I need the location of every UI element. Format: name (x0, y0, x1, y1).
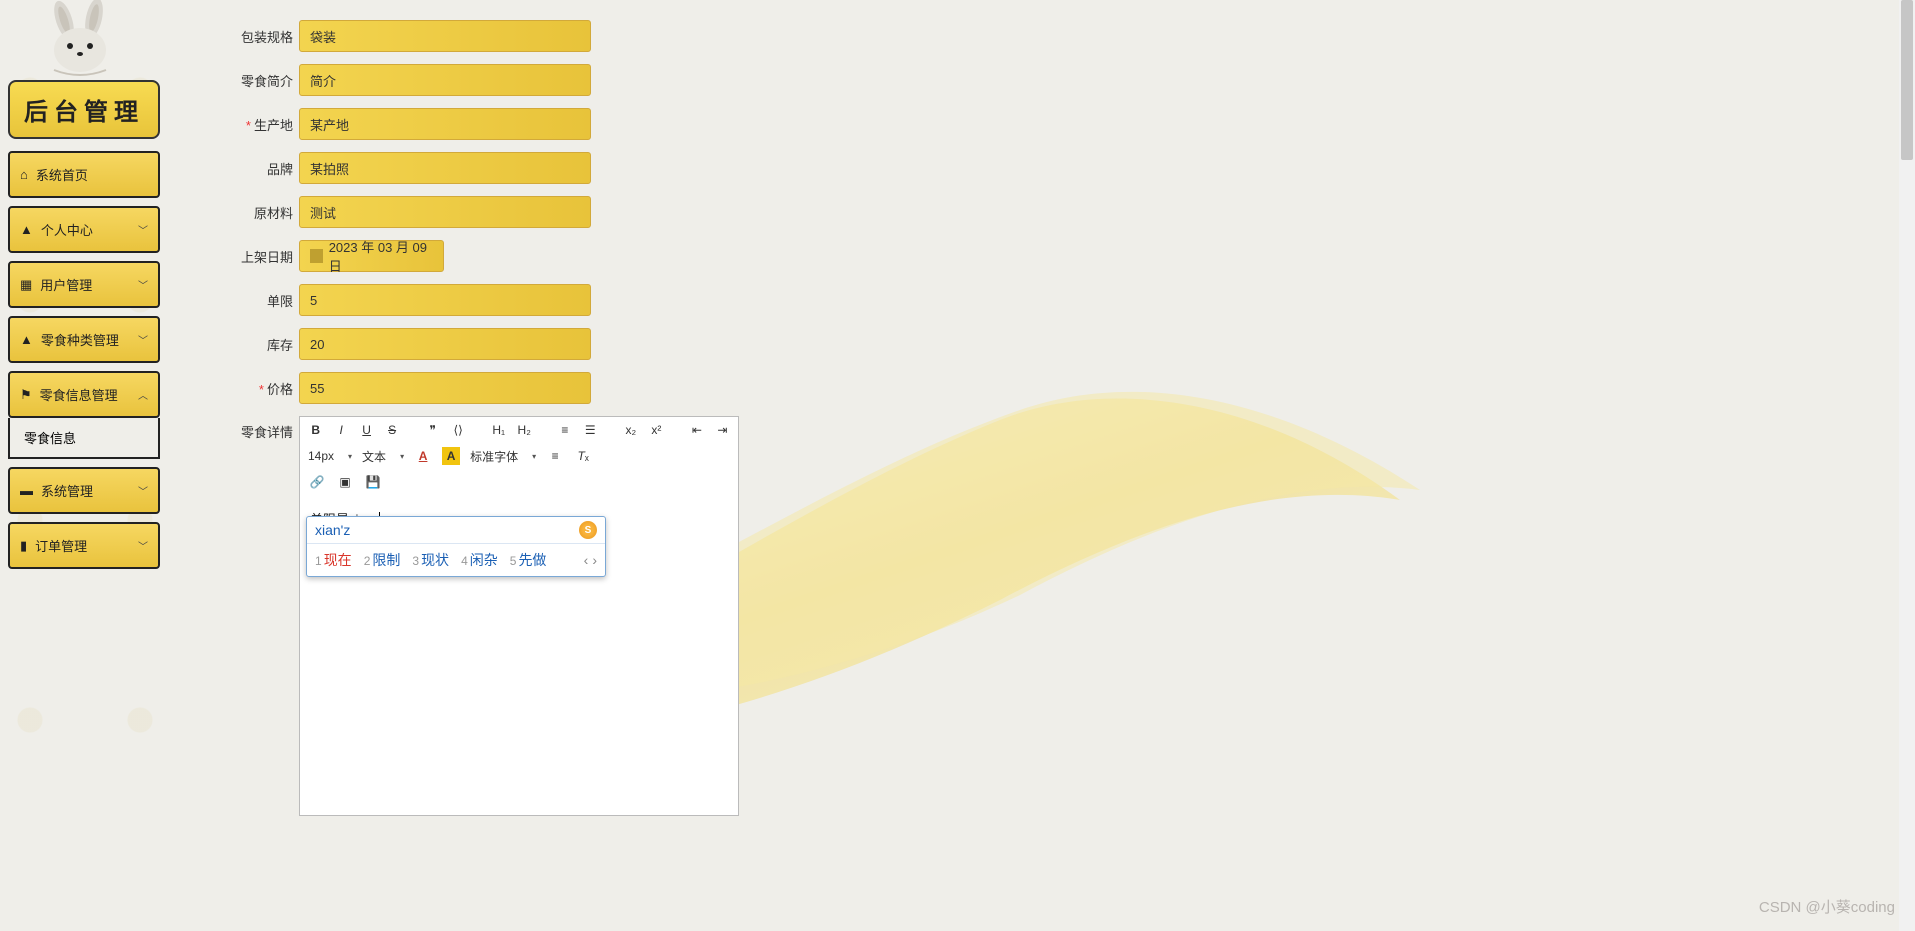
nav-orders[interactable]: ▮ 订单管理 ﹀ (8, 522, 160, 569)
ime-prev-icon[interactable]: ‹ (584, 552, 589, 568)
ime-next-icon[interactable]: › (592, 552, 597, 568)
chevron-down-icon: ﹀ (138, 222, 148, 237)
outdent-icon[interactable]: ⇤ (689, 421, 704, 439)
nav-label: 订单管理 (35, 536, 87, 555)
date-value: 2023 年 03 月 09 日 (329, 237, 433, 275)
nav-snack-info[interactable]: ⚑ 零食信息管理 ︿ (8, 371, 160, 418)
nav-users[interactable]: ▦ 用户管理 ﹀ (8, 261, 160, 308)
indent-icon[interactable]: ⇥ (715, 421, 730, 439)
subscript-icon[interactable]: x₂ (623, 421, 638, 439)
ime-cand-3[interactable]: 3现状 (412, 550, 449, 570)
list-ol-icon[interactable]: ≡ (557, 421, 572, 439)
ime-logo-icon: S (579, 521, 597, 539)
label-stock: 库存 (215, 335, 299, 354)
label-intro: 零食简介 (215, 71, 299, 90)
watermark: CSDN @小葵coding (1759, 896, 1895, 917)
home-icon: ⌂ (20, 167, 28, 182)
rich-text-editor: B I U S ❞ ⟨⟩ H₁ H₂ ≡ ☰ x₂ x² ⇤ ⇥ (299, 416, 739, 816)
label-material: 原材料 (215, 203, 299, 222)
nav-snack-info-sub[interactable]: 零食信息 (8, 418, 160, 459)
h2-icon[interactable]: H₂ (516, 421, 531, 439)
label-price: *价格 (215, 379, 299, 398)
calendar-icon (310, 249, 323, 263)
ime-cand-4[interactable]: 4闲杂 (461, 550, 498, 570)
brand-title: 后台管理 (8, 80, 160, 139)
input-limit[interactable] (299, 284, 591, 316)
nav-system[interactable]: ▬ 系统管理 ﹀ (8, 467, 160, 514)
nav-label: 个人中心 (41, 220, 93, 239)
chevron-up-icon: ︿ (138, 387, 148, 402)
strike-icon[interactable]: S (384, 421, 399, 439)
input-brand[interactable] (299, 152, 591, 184)
bold-icon[interactable]: B (308, 421, 323, 439)
flag-icon: ⚑ (20, 387, 32, 403)
label-onshelf-date: 上架日期 (215, 247, 299, 266)
input-onshelf-date[interactable]: 2023 年 03 月 09 日 (299, 240, 444, 272)
nav-label: 零食种类管理 (41, 330, 119, 349)
ime-popup: xian'z S 1现在 2限制 3现状 4闲杂 5先做 ‹ › (306, 516, 606, 577)
input-intro[interactable] (299, 64, 591, 96)
link-icon[interactable]: 🔗 (308, 473, 326, 491)
clear-format-icon[interactable]: Tₓ (574, 447, 592, 465)
main-content: 包装规格 零食简介 *生产地 品牌 原材料 上架日期 2023 年 03 月 0… (175, 0, 1915, 836)
italic-icon[interactable]: I (333, 421, 348, 439)
ime-cand-5[interactable]: 5先做 (510, 550, 547, 570)
nav-label: 用户管理 (40, 275, 92, 294)
superscript-icon[interactable]: x² (649, 421, 664, 439)
editor-toolbar-row3: 🔗 ▣ 💾 (300, 469, 738, 495)
ime-cand-1[interactable]: 1现在 (315, 550, 352, 570)
chat-icon: ▬ (20, 483, 33, 498)
nav-label: 系统首页 (36, 165, 88, 184)
ime-nav: ‹ › (584, 552, 597, 568)
label-limit: 单限 (215, 291, 299, 310)
list-ul-icon[interactable]: ☰ (583, 421, 598, 439)
underline-icon[interactable]: U (359, 421, 374, 439)
ime-input-text: xian'z (315, 522, 350, 538)
nav-sub-label: 零食信息 (24, 431, 76, 446)
highlight-icon[interactable]: A (442, 447, 460, 465)
input-price[interactable] (299, 372, 591, 404)
user-icon: ▲ (20, 222, 33, 237)
font-family-select[interactable]: 标准字体▾ (470, 448, 536, 465)
h1-icon[interactable]: H₁ (491, 421, 506, 439)
style-select[interactable]: 文本▾ (362, 448, 404, 465)
chevron-down-icon: ﹀ (138, 538, 148, 553)
input-stock[interactable] (299, 328, 591, 360)
nav-personal[interactable]: ▲ 个人中心 ﹀ (8, 206, 160, 253)
quote-icon[interactable]: ❞ (425, 421, 440, 439)
chevron-down-icon: ﹀ (138, 483, 148, 498)
scrollbar-thumb[interactable] (1901, 0, 1913, 160)
text-color-icon[interactable]: A (414, 447, 432, 465)
save-icon[interactable]: 💾 (364, 473, 382, 491)
grid-icon: ▦ (20, 277, 32, 293)
editor-toolbar-row2: 14px▾ 文本▾ A A 标准字体▾ ≡ Tₓ (300, 443, 738, 469)
input-material[interactable] (299, 196, 591, 228)
sidebar: 后台管理 ⌂ 系统首页 ▲ 个人中心 ﹀ ▦ 用户管理 ﹀ ▲ 零食种类管理 ﹀… (8, 0, 160, 577)
nav-label: 系统管理 (41, 481, 93, 500)
chevron-down-icon: ﹀ (138, 277, 148, 292)
nav-home[interactable]: ⌂ 系统首页 (8, 151, 160, 198)
align-icon[interactable]: ≡ (546, 447, 564, 465)
ticket-icon: ▮ (20, 538, 27, 554)
logo-rabbit (29, 0, 139, 78)
label-origin: *生产地 (215, 115, 299, 134)
image-icon[interactable]: ▣ (336, 473, 354, 491)
ime-cand-2[interactable]: 2限制 (364, 550, 401, 570)
person-icon: ▲ (20, 332, 33, 347)
ime-candidates: 1现在 2限制 3现状 4闲杂 5先做 ‹ › (307, 544, 605, 576)
nav-snack-category[interactable]: ▲ 零食种类管理 ﹀ (8, 316, 160, 363)
code-icon[interactable]: ⟨⟩ (450, 421, 465, 439)
font-size-select[interactable]: 14px▾ (308, 449, 352, 463)
ime-input-row: xian'z S (307, 517, 605, 544)
label-brand: 品牌 (215, 159, 299, 178)
editor-toolbar-row1: B I U S ❞ ⟨⟩ H₁ H₂ ≡ ☰ x₂ x² ⇤ ⇥ (300, 417, 738, 443)
input-package-spec[interactable] (299, 20, 591, 52)
nav-label: 零食信息管理 (40, 385, 118, 404)
input-origin[interactable] (299, 108, 591, 140)
label-package-spec: 包装规格 (215, 27, 299, 46)
chevron-down-icon: ﹀ (138, 332, 148, 347)
vertical-scrollbar[interactable] (1899, 0, 1915, 931)
label-detail: 零食详情 (215, 416, 299, 816)
